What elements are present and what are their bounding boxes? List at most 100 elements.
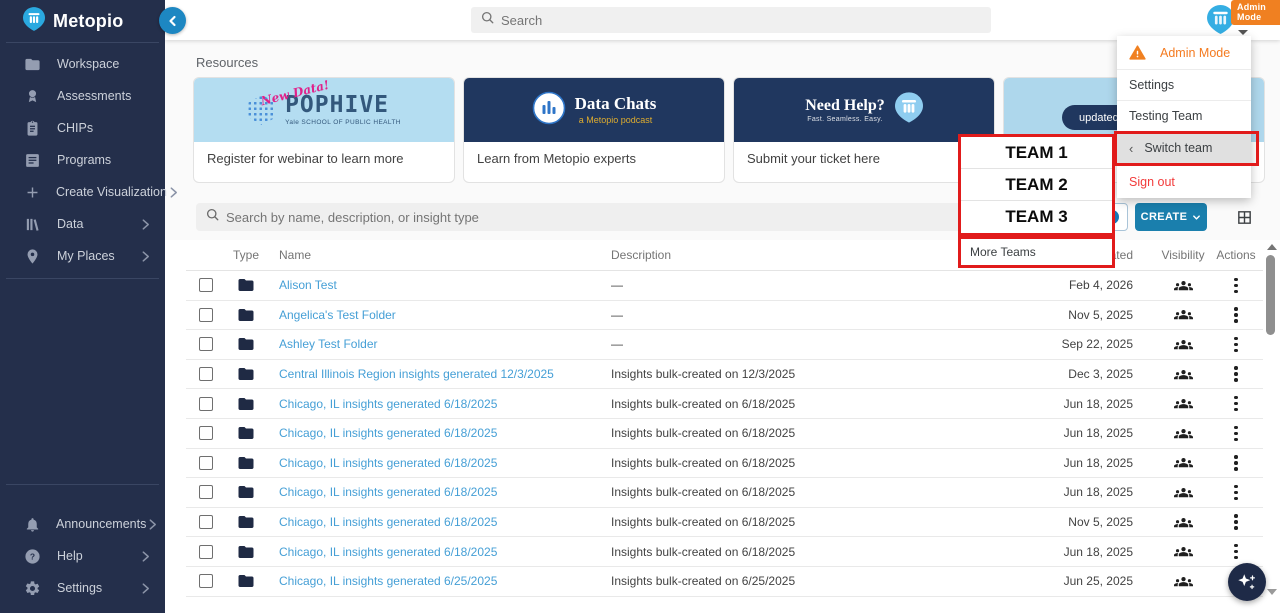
row-name-link[interactable]: Chicago, IL insights generated 6/18/2025 — [279, 456, 497, 470]
create-button-label: CREATE — [1140, 211, 1188, 223]
visibility-groups-icon[interactable] — [1157, 424, 1209, 443]
visibility-groups-icon[interactable] — [1157, 542, 1209, 561]
sidebar-item-my-places[interactable]: My Places — [0, 240, 165, 272]
sidebar-item-help[interactable]: ? Help — [0, 540, 165, 572]
app-title: Metopio — [53, 10, 124, 31]
sidebar-item-data[interactable]: Data — [0, 208, 165, 240]
app-logo[interactable]: Metopio — [0, 0, 165, 42]
menu-item-switch-team[interactable]: ‹ Switch team — [1117, 132, 1251, 165]
resource-card-data-chats[interactable]: Data Chats a Metopio podcast Learn from … — [463, 77, 725, 183]
header-actions[interactable]: Actions — [1209, 248, 1263, 262]
header-visibility[interactable]: Visibility — [1157, 248, 1209, 262]
row-name-link[interactable]: Chicago, IL insights generated 6/25/2025 — [279, 574, 497, 588]
row-checkbox[interactable] — [199, 515, 213, 530]
user-avatar[interactable] — [1207, 5, 1234, 34]
table-search-input[interactable] — [226, 209, 1076, 225]
row-checkbox[interactable] — [199, 396, 213, 411]
menu-item-sign-out[interactable]: Sign out — [1117, 165, 1251, 198]
row-actions-kebab-icon[interactable] — [1231, 482, 1241, 504]
sidebar-item-assessments[interactable]: Assessments — [0, 80, 165, 112]
row-name-link[interactable]: Alison Test — [279, 278, 337, 292]
sidebar-item-chips[interactable]: CHIPs — [0, 112, 165, 144]
resource-card-need-help[interactable]: Need Help? Fast. Seamless. Easy. Submit … — [733, 77, 995, 183]
bell-icon — [24, 515, 41, 533]
global-search-input[interactable] — [501, 12, 982, 28]
chevron-right-icon — [139, 582, 152, 595]
row-name-link[interactable]: Ashley Test Folder — [279, 337, 378, 351]
row-checkbox[interactable] — [199, 574, 213, 589]
visibility-groups-icon[interactable] — [1157, 335, 1209, 354]
row-name-link[interactable]: Chicago, IL insights generated 6/18/2025 — [279, 397, 497, 411]
row-actions-kebab-icon[interactable] — [1231, 334, 1241, 356]
sidebar-item-label: Assessments — [57, 89, 132, 103]
plus-icon — [24, 183, 41, 201]
sidebar-item-label: Settings — [57, 581, 103, 595]
folder-icon — [226, 483, 266, 501]
row-actions-kebab-icon[interactable] — [1231, 511, 1241, 533]
row-actions-kebab-icon[interactable] — [1231, 393, 1241, 415]
resource-card-pophive[interactable]: New Data! POPHIVE Yale SCHOOL OF PUBLIC … — [193, 77, 455, 183]
row-description: Insights bulk-created on 6/18/2025 — [611, 426, 796, 441]
visibility-groups-icon[interactable] — [1157, 394, 1209, 413]
row-checkbox[interactable] — [199, 455, 213, 470]
row-checkbox[interactable] — [199, 337, 213, 352]
row-checkbox[interactable] — [199, 367, 213, 382]
visibility-groups-icon[interactable] — [1157, 572, 1209, 591]
row-actions-kebab-icon[interactable] — [1231, 363, 1241, 385]
row-checkbox[interactable] — [199, 485, 213, 500]
ai-assistant-fab[interactable] — [1228, 563, 1266, 601]
row-actions-kebab-icon[interactable] — [1231, 423, 1241, 445]
row-name-link[interactable]: Central Illinois Region insights generat… — [279, 367, 554, 381]
row-checkbox[interactable] — [199, 544, 213, 559]
row-name-link[interactable]: Chicago, IL insights generated 6/18/2025 — [279, 515, 497, 529]
chevron-right-icon — [167, 186, 180, 199]
sidebar-item-label: Workspace — [57, 57, 120, 71]
sidebar-collapse-button[interactable] — [159, 7, 186, 34]
menu-item-admin-mode[interactable]: Admin Mode — [1117, 36, 1251, 70]
menu-item-testing-team[interactable]: Testing Team — [1117, 101, 1251, 132]
row-actions-kebab-icon[interactable] — [1231, 275, 1241, 297]
create-button[interactable]: CREATE — [1135, 203, 1207, 231]
row-name-link[interactable]: Angelica's Test Folder — [279, 308, 396, 322]
row-description: — — [611, 278, 623, 293]
grid-view-button[interactable] — [1233, 206, 1255, 228]
row-description: — — [611, 337, 623, 352]
visibility-groups-icon[interactable] — [1157, 276, 1209, 295]
team-item-team-3[interactable]: TEAM 3 — [961, 201, 1112, 233]
team-item-team-2[interactable]: TEAM 2 — [961, 169, 1112, 201]
scrollbar-thumb[interactable] — [1266, 255, 1275, 335]
visibility-groups-icon[interactable] — [1157, 305, 1209, 324]
menu-item-settings[interactable]: Settings — [1117, 70, 1251, 101]
app-window: Metopio Workspace Assessments CHIPs Program… — [0, 0, 1280, 613]
row-checkbox[interactable] — [199, 426, 213, 441]
row-name-link[interactable]: Chicago, IL insights generated 6/18/2025 — [279, 426, 497, 440]
visibility-groups-icon[interactable] — [1157, 513, 1209, 532]
table-search[interactable] — [196, 203, 1085, 231]
sidebar-item-create-visualization[interactable]: Create Visualization — [0, 176, 177, 208]
sidebar-item-programs[interactable]: Programs — [0, 144, 165, 176]
row-name-link[interactable]: Chicago, IL insights generated 6/18/2025 — [279, 485, 497, 499]
header-type[interactable]: Type — [226, 248, 266, 262]
team-item-team-1[interactable]: TEAM 1 — [961, 137, 1112, 169]
visibility-groups-icon[interactable] — [1157, 365, 1209, 384]
sidebar-item-settings[interactable]: Settings — [0, 572, 165, 604]
user-menu-caret-icon[interactable] — [1238, 30, 1248, 35]
row-name-link[interactable]: Chicago, IL insights generated 6/18/2025 — [279, 545, 497, 559]
row-created-date: Feb 4, 2026 — [1068, 278, 1133, 293]
row-checkbox[interactable] — [199, 278, 213, 293]
scrollbar-down-arrow[interactable] — [1267, 589, 1277, 595]
table-row: Chicago, IL insights generated 6/25/2025… — [186, 567, 1263, 597]
visibility-groups-icon[interactable] — [1157, 483, 1209, 502]
row-checkbox[interactable] — [199, 307, 213, 322]
global-search[interactable] — [471, 7, 991, 33]
more-teams-item[interactable]: More Teams — [961, 239, 1112, 265]
row-actions-kebab-icon[interactable] — [1231, 304, 1241, 326]
row-created-date: Nov 5, 2025 — [1068, 515, 1133, 530]
header-name[interactable]: Name — [266, 248, 596, 262]
row-actions-kebab-icon[interactable] — [1231, 541, 1241, 563]
row-actions-kebab-icon[interactable] — [1231, 452, 1241, 474]
visibility-groups-icon[interactable] — [1157, 453, 1209, 472]
sidebar-item-workspace[interactable]: Workspace — [0, 48, 165, 80]
scrollbar-up-arrow[interactable] — [1267, 244, 1277, 250]
sidebar-item-announcements[interactable]: Announcements — [0, 508, 165, 540]
